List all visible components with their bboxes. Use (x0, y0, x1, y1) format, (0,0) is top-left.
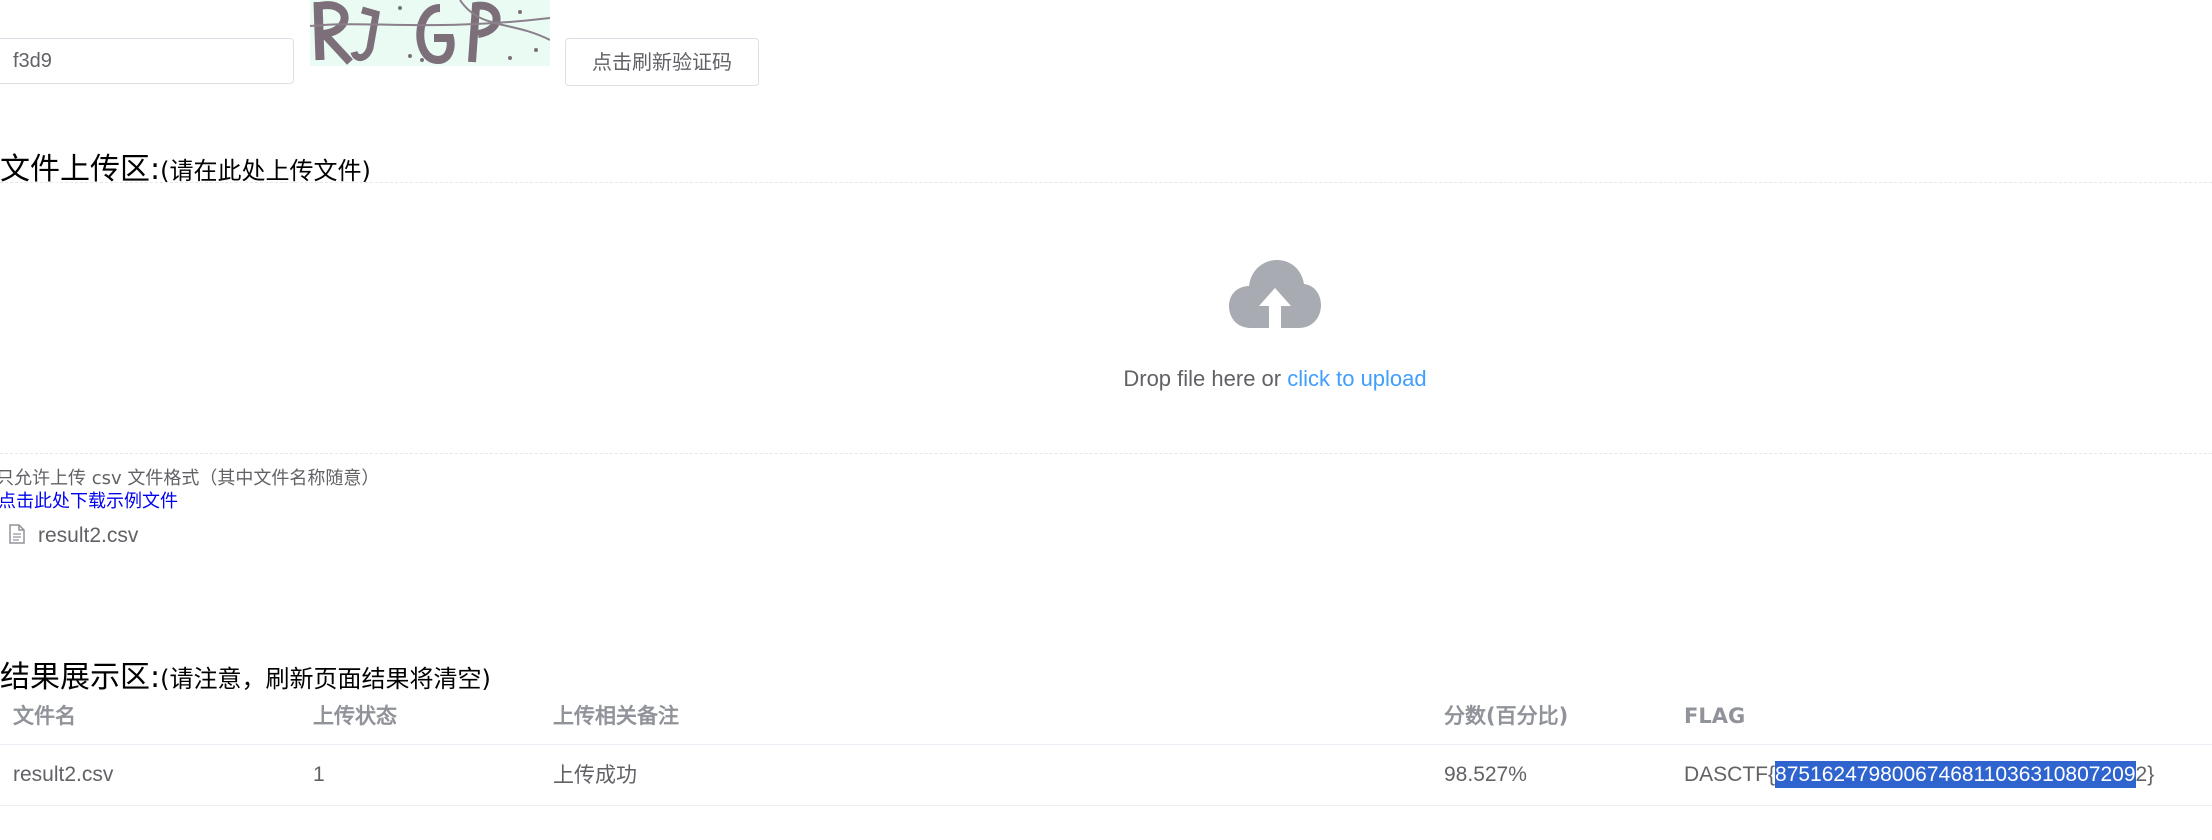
drop-instruction: Drop file here or (1123, 366, 1288, 391)
captcha-input-value: f3d9 (13, 50, 52, 72)
cell-note: 上传成功 (553, 763, 637, 787)
flag-selected-text[interactable]: 8751624798006746811036310807209 (1775, 761, 2136, 788)
upload-dropzone[interactable] (0, 182, 2212, 454)
column-header-score: 分数(百分比) (1444, 704, 1569, 728)
column-header-status: 上传状态 (313, 704, 397, 728)
drop-text: Drop file here or click to upload (0, 366, 2212, 392)
cell-filename: result2.csv (13, 763, 114, 786)
table-row: result2.csv 1 上传成功 98.527% DASCTF{875162… (0, 745, 2212, 806)
upload-subtitle: (请在此处上传文件) (160, 157, 371, 185)
captcha-image[interactable] (310, 0, 550, 66)
cell-status: 1 (313, 763, 325, 786)
table-header-row: 文件名 上传状态 上传相关备注 分数(百分比) FLAG (0, 686, 2212, 745)
page: f3d9 点击刷新验证码 文件上传区:(请在此处上传文件) Drop file … (0, 0, 2212, 840)
click-to-upload-link[interactable]: click to upload (1287, 366, 1426, 391)
flag-suffix: 2} (2135, 763, 2155, 786)
cell-score: 98.527% (1444, 763, 1527, 786)
refresh-captcha-button[interactable]: 点击刷新验证码 (565, 38, 759, 86)
column-header-flag: FLAG (1684, 704, 1746, 728)
download-sample-link[interactable]: 点击此处下载示例文件 (0, 487, 178, 513)
captcha-input[interactable]: f3d9 (0, 38, 294, 84)
column-header-filename: 文件名 (13, 704, 76, 728)
document-icon (9, 524, 25, 544)
uploaded-file-name: result2.csv (38, 524, 139, 547)
cell-flag[interactable]: DASCTF{87516247980067468110363108072092} (1684, 745, 2154, 805)
flag-prefix: DASCTF{ (1684, 763, 1776, 786)
cloud-upload-icon (1229, 258, 1321, 330)
results-table: 文件名 上传状态 上传相关备注 分数(百分比) FLAG result2.csv… (0, 686, 2212, 806)
uploaded-file-item[interactable]: result2.csv (8, 524, 138, 548)
column-header-note: 上传相关备注 (553, 704, 679, 728)
